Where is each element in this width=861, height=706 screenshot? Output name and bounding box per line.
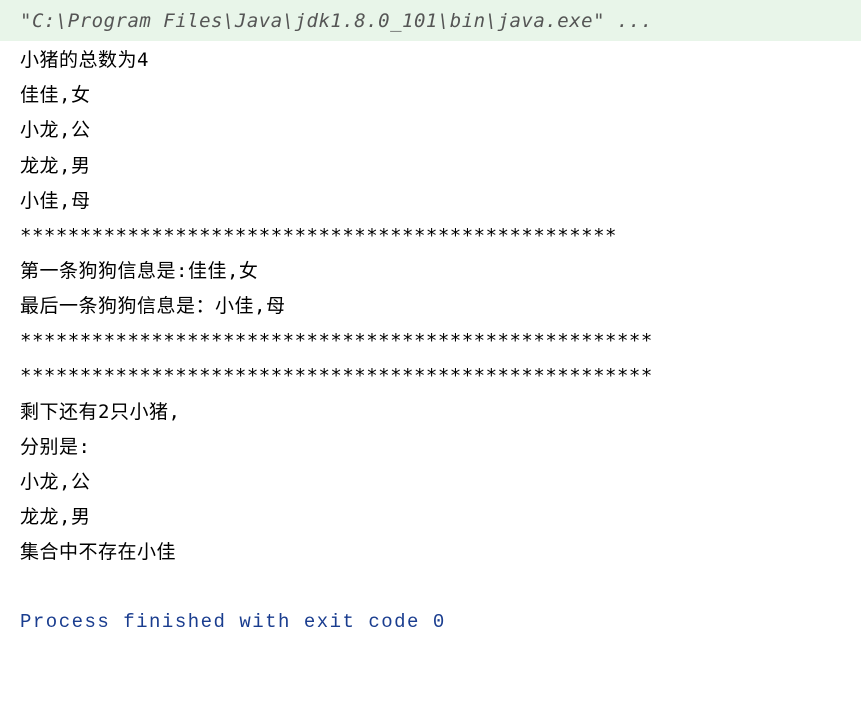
- output-line: 集合中不存在小佳: [20, 535, 841, 570]
- output-line: 分别是:: [20, 430, 841, 465]
- output-line: 龙龙,男: [20, 149, 841, 184]
- output-line: 龙龙,男: [20, 500, 841, 535]
- output-line: ****************************************…: [20, 219, 841, 254]
- output-line: 最后一条狗狗信息是：小佳,母: [20, 289, 841, 324]
- output-line: 剩下还有2只小猪,: [20, 395, 841, 430]
- blank-line: [20, 570, 841, 605]
- output-line: ****************************************…: [20, 324, 841, 359]
- process-exit-line: Process finished with exit code 0: [20, 605, 841, 640]
- console-output: 小猪的总数为4佳佳,女小龙,公龙龙,男小佳,母*****************…: [20, 43, 841, 570]
- output-line: 小佳,母: [20, 184, 841, 219]
- output-line: ****************************************…: [20, 359, 841, 394]
- output-line: 第一条狗狗信息是:佳佳,女: [20, 254, 841, 289]
- output-line: 佳佳,女: [20, 78, 841, 113]
- output-line: 小龙,公: [20, 465, 841, 500]
- output-line: 小猪的总数为4: [20, 43, 841, 78]
- output-line: 小龙,公: [20, 113, 841, 148]
- command-line: "C:\Program Files\Java\jdk1.8.0_101\bin\…: [0, 0, 861, 41]
